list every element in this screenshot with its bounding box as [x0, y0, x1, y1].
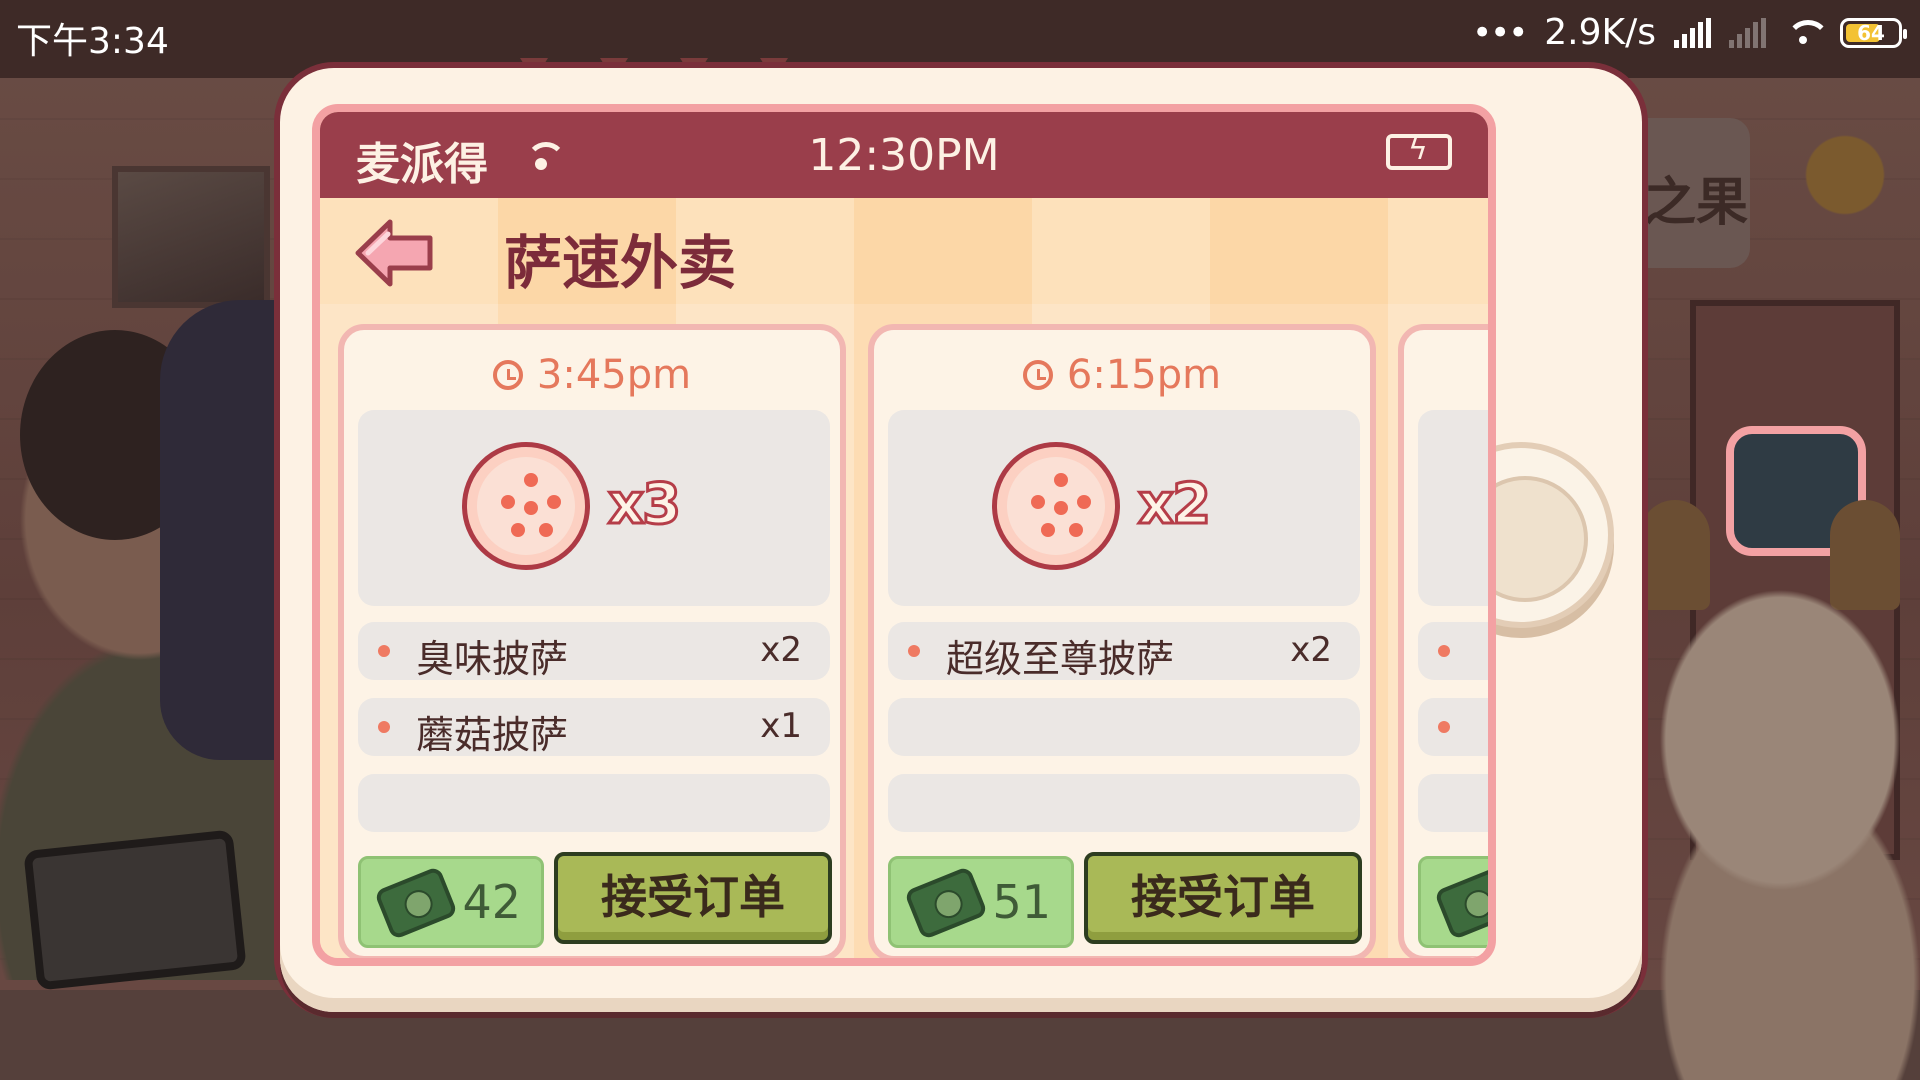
order-card: 6:15pm x2 超级至尊披萨 x2 51 接受订单	[868, 324, 1376, 958]
order-item-empty	[1418, 774, 1488, 832]
pizza-summary: x2	[888, 410, 1360, 606]
trophy-icon	[1790, 130, 1900, 240]
order-item-empty	[888, 774, 1360, 832]
cash-icon	[379, 870, 453, 936]
signal-icon	[1674, 17, 1711, 48]
pizza-icon	[462, 442, 590, 570]
pizza-summary: x3	[358, 410, 830, 606]
app-header: 萨速外卖	[320, 198, 1488, 304]
orders-list[interactable]: 3:45pm x3 臭味披萨 x2 蘑菇披萨 x1 42 接受订单 6:15pm…	[320, 304, 1488, 958]
clock-icon	[1022, 360, 1053, 390]
clock-icon	[492, 360, 523, 390]
payment-box: 42	[358, 856, 544, 948]
order-item: 蘑菇披萨 x1	[358, 698, 830, 757]
more-icon: •••	[1472, 12, 1528, 53]
pizza-quantity: x3	[606, 471, 682, 539]
charging-battery-icon	[1386, 132, 1452, 170]
payment-box: 51	[888, 856, 1074, 948]
payment-amount: 42	[462, 875, 521, 929]
bullet-icon	[1438, 721, 1450, 733]
order-time: 6:15pm	[874, 352, 1370, 398]
app-title: 萨速外卖	[504, 229, 737, 297]
order-time-text: 3:45pm	[536, 352, 692, 398]
order-card: 3:45pm x3 臭味披萨 x2 蘑菇披萨 x1 42 接受订单	[338, 324, 846, 958]
arrow-left-icon	[355, 219, 433, 287]
bullet-icon	[378, 645, 390, 657]
phone-clock: 12:30PM	[808, 130, 1000, 181]
back-button[interactable]	[352, 216, 436, 290]
item-count: x2	[1290, 630, 1332, 670]
payment-amount: 51	[992, 875, 1051, 929]
wifi-icon	[1784, 18, 1830, 48]
order-time: 3:45pm	[344, 352, 840, 398]
battery-level: 64	[1857, 20, 1885, 45]
cash-icon	[1439, 870, 1488, 936]
order-item-empty	[888, 698, 1360, 756]
deer-mascot	[1650, 560, 1920, 1080]
phone-screen: 麦派得 12:30PM 萨速外卖 3:45pm x3	[312, 104, 1496, 966]
item-name: 蘑菇披萨	[416, 713, 569, 757]
bullet-icon	[378, 721, 390, 733]
status-bar: 下午3:34 ••• 2.9K/s 64	[0, 0, 1920, 72]
item-count: x1	[760, 706, 802, 746]
accept-order-button[interactable]: 接受订单	[554, 852, 832, 944]
item-name: 臭味披萨	[416, 637, 569, 681]
order-item-empty	[358, 774, 830, 832]
accept-order-button[interactable]: 接受订单	[1084, 852, 1362, 944]
pizza-summary	[1418, 410, 1488, 606]
order-time-text: 6:15pm	[1066, 352, 1222, 398]
payment-box	[1418, 856, 1488, 948]
wall-photo	[112, 166, 270, 308]
order-item: 臭味披萨 x2	[358, 622, 830, 681]
bullet-icon	[1438, 645, 1450, 657]
order-card-partial[interactable]	[1398, 324, 1488, 958]
order-item: 超级至尊披萨 x2	[888, 622, 1360, 681]
bullet-icon	[908, 645, 920, 657]
battery-icon: 64	[1840, 17, 1907, 48]
side-sign-text: 之果	[1644, 173, 1749, 233]
phone-status-bar: 麦派得 12:30PM	[320, 112, 1488, 198]
cash-icon	[909, 870, 983, 936]
pizza-icon	[992, 442, 1120, 570]
item-name: 超级至尊披萨	[946, 637, 1175, 681]
status-indicators: ••• 2.9K/s 64	[1472, 12, 1907, 53]
order-item	[1418, 698, 1488, 756]
pos-terminal	[23, 829, 247, 991]
network-speed: 2.9K/s	[1544, 12, 1656, 53]
pizza-quantity: x2	[1136, 471, 1212, 539]
order-item	[1418, 622, 1488, 680]
signal-dim-icon	[1729, 17, 1766, 48]
item-count: x2	[760, 630, 802, 670]
status-time: 下午3:34	[16, 21, 169, 62]
